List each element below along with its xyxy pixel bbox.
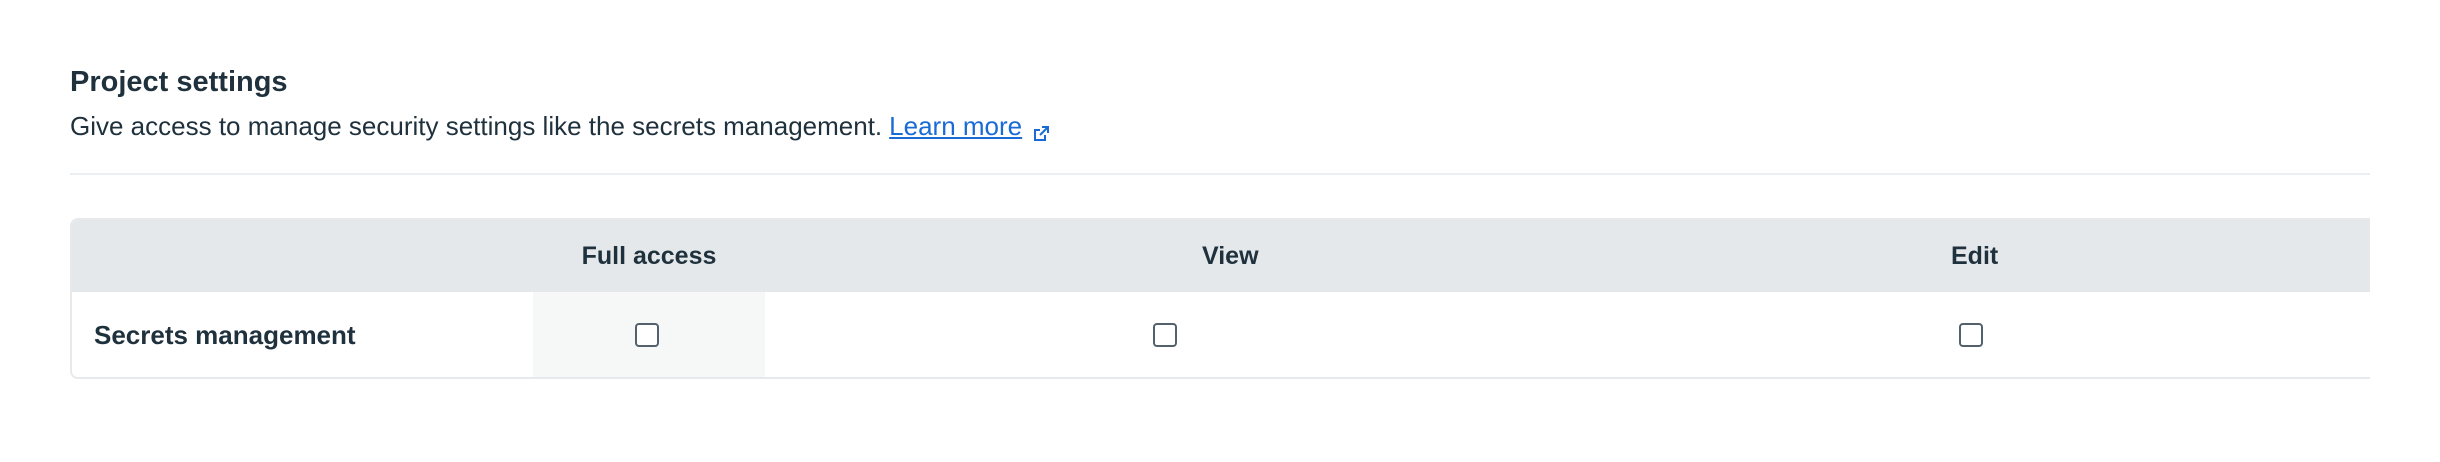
column-header-full-access: Full access [581,242,717,270]
external-link-icon[interactable] [1031,118,1051,141]
column-header-edit: Edit [1951,242,1999,270]
learn-more-link[interactable]: Learn more [889,109,1022,143]
edit-checkbox[interactable] [1959,323,1983,347]
table-header: Full access View Edit [72,220,2370,292]
section-title: Project settings [70,66,288,98]
column-header-view: View [1202,242,1259,270]
column-header-empty [72,220,533,292]
row-label-secrets-management: Secrets management [94,320,356,350]
view-checkbox[interactable] [1153,323,1177,347]
section-description: Give access to manage security settings … [70,109,1051,143]
section-divider [70,173,2370,175]
permissions-table: Full access View Edit Secrets management [70,218,2370,379]
description-text: Give access to manage security settings … [70,111,883,141]
full-access-checkbox[interactable] [635,323,659,347]
table-row: Secrets management [72,292,2370,377]
